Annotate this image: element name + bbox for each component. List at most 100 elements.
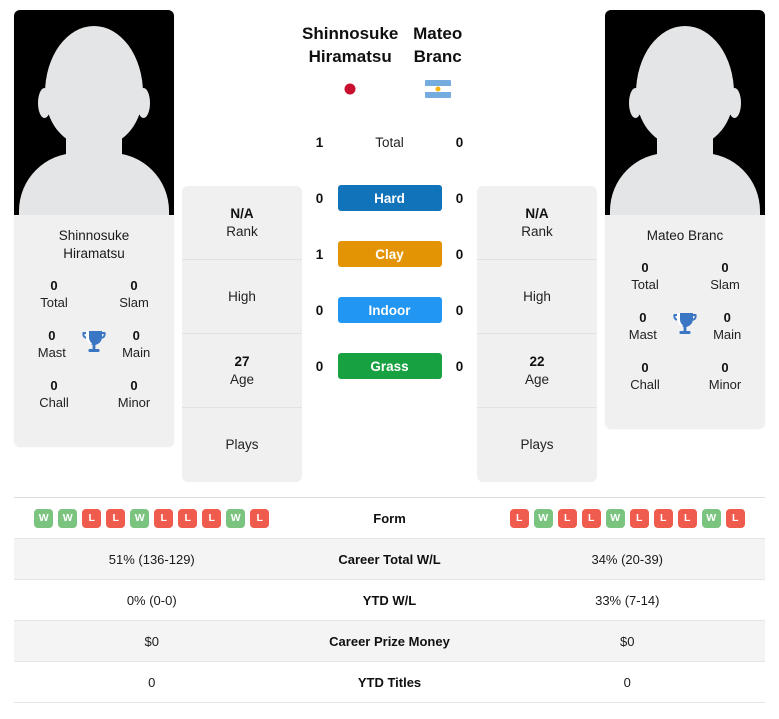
form-badge-w[interactable]: W	[130, 508, 150, 528]
right-titles-slam: 0 Slam	[699, 259, 751, 293]
surface-row-hard: 0 Hard 0	[310, 170, 470, 226]
right-titles-mast-label: Mast	[628, 327, 657, 342]
surface-label-indoor[interactable]: Indoor	[337, 297, 442, 323]
left-plays-label: Plays	[225, 437, 259, 452]
left-card-player-name: Shinnosuke Hiramatsu	[58, 228, 130, 261]
right-plays-label: Plays	[520, 437, 554, 452]
form-badge-l[interactable]: L	[82, 508, 102, 528]
left-high-label: High	[228, 288, 256, 304]
row-label-career-total-wl: Career Total W/L	[338, 551, 441, 567]
left-player-card[interactable]: Shinnosuke Hiramatsu 0 Total 0 Slam 0 Ma…	[14, 10, 174, 447]
form-badge-w[interactable]: W	[58, 508, 78, 528]
right-titles-chall: 0 Chall	[619, 359, 671, 393]
left-titles-minor: 0 Minor	[108, 377, 160, 411]
form-badge-l[interactable]: L	[154, 508, 174, 528]
surface-breakdown: 1 Total 0 0 Hard 0 1 Clay 0 0 Indoor 0 0…	[310, 114, 470, 394]
left-info-age: 27 Age	[182, 334, 302, 408]
right-titles-mast-value: 0	[639, 310, 647, 325]
right-info-age: 22 Age	[477, 334, 597, 408]
right-titles-slam-value: 0	[721, 260, 729, 275]
left-titles-total-label: Total	[40, 295, 68, 310]
table-row-form: WWLLWLLLWL Form LWLLWLLLWL	[14, 498, 765, 539]
left-titles-row-1: 0 Total 0 Slam	[14, 277, 174, 311]
right-titles-mast: 0 Mast	[619, 309, 667, 343]
left-rank-label: Rank	[226, 223, 258, 239]
form-badge-l[interactable]: L	[250, 508, 270, 528]
form-badge-l[interactable]: L	[677, 508, 697, 528]
right-titles-main-label: Main	[713, 327, 742, 342]
left-info-rank: N/A Rank	[182, 186, 302, 260]
surface-row-indoor: 0 Indoor 0	[310, 282, 470, 338]
right-player-card[interactable]: Mateo Branc 0 Total 0 Slam 0 Mast 0 Main…	[605, 10, 765, 429]
surface-label-clay[interactable]: Clay	[337, 241, 442, 267]
left-titles-chall: 0 Chall	[28, 377, 80, 411]
left-titles-mast: 0 Mast	[28, 327, 76, 361]
right-clay-count: 0	[455, 246, 464, 262]
comparison-header: Shinnosuke Hiramatsu 0 Total 0 Slam 0 Ma…	[0, 0, 779, 497]
form-badge-l[interactable]: L	[653, 508, 673, 528]
right-hard-count: 0	[455, 190, 464, 206]
surface-row-grass: 0 Grass 0	[310, 338, 470, 394]
left-info-plays: Plays	[182, 408, 302, 482]
left-titles-main-label: Main	[122, 345, 151, 360]
left-titles-main: 0 Main	[112, 327, 160, 361]
left-ytd-titles: 0	[148, 674, 156, 690]
form-badge-w[interactable]: W	[533, 508, 553, 528]
right-titles-main-value: 0	[723, 310, 731, 325]
surface-label-hard[interactable]: Hard	[337, 185, 442, 211]
left-form-strip: WWLLWLLLWL	[34, 508, 270, 528]
right-titles-minor-label: Minor	[708, 377, 742, 392]
left-clay-count: 1	[315, 246, 324, 262]
form-badge-l[interactable]: L	[202, 508, 222, 528]
right-career-prize-money: $0	[620, 633, 635, 649]
form-badge-l[interactable]: L	[509, 508, 529, 528]
right-total-count: 0	[455, 134, 464, 150]
form-badge-l[interactable]: L	[178, 508, 198, 528]
left-career-total-wl: 51% (136-129)	[108, 551, 195, 567]
right-info-column: N/A Rank High 22 Age Plays	[477, 186, 597, 482]
right-trophy-icon	[667, 309, 704, 339]
left-titles-slam-label: Slam	[119, 295, 149, 310]
left-form-cell: WWLLWLLLWL	[14, 508, 290, 528]
left-titles-chall-value: 0	[50, 378, 58, 393]
right-titles-chall-label: Chall	[630, 377, 660, 392]
left-titles-row-2: 0 Mast 0 Main	[14, 327, 174, 361]
left-rank-value: N/A	[230, 205, 254, 221]
right-titles-slam-label: Slam	[710, 277, 740, 292]
right-player-photo	[605, 10, 765, 215]
avatar-ear-right	[137, 88, 150, 118]
table-row-career-prize-money: $0 Career Prize Money $0	[14, 621, 765, 662]
form-badge-l[interactable]: L	[557, 508, 577, 528]
row-label-career-prize-money: Career Prize Money	[329, 633, 450, 649]
left-age-label: Age	[229, 371, 255, 387]
right-info-high: High	[477, 260, 597, 334]
left-titles-minor-value: 0	[130, 378, 138, 393]
row-label-form: Form	[373, 510, 406, 526]
right-card-player-name: Mateo Branc	[646, 228, 724, 243]
avatar-ear-right	[728, 88, 741, 118]
form-badge-w[interactable]: W	[701, 508, 721, 528]
table-row-ytd-wl: 0% (0-0) YTD W/L 33% (7-14)	[14, 580, 765, 621]
right-indoor-count: 0	[455, 302, 464, 318]
left-titles-row-3: 0 Chall 0 Minor	[14, 377, 174, 411]
form-badge-l[interactable]: L	[106, 508, 126, 528]
form-badge-l[interactable]: L	[725, 508, 745, 528]
form-badge-l[interactable]: L	[629, 508, 649, 528]
left-info-column: N/A Rank High 27 Age Plays	[182, 186, 302, 482]
right-titles-total-label: Total	[631, 277, 659, 292]
left-hero-name: Shinnosuke Hiramatsu	[302, 24, 399, 66]
right-info-plays: Plays	[477, 408, 597, 482]
left-titles-grid: 0 Total 0 Slam 0 Mast 0 Main 0 Chall 0 M…	[14, 277, 174, 447]
form-badge-w[interactable]: W	[34, 508, 54, 528]
right-age-value: 22	[529, 353, 545, 369]
right-age-label: Age	[524, 371, 550, 387]
jp-flag-icon	[337, 80, 364, 98]
right-grass-count: 0	[455, 358, 464, 374]
form-badge-w[interactable]: W	[226, 508, 246, 528]
right-titles-minor: 0 Minor	[699, 359, 751, 393]
form-badge-l[interactable]: L	[581, 508, 601, 528]
right-ytd-wl: 33% (7-14)	[595, 592, 660, 608]
form-badge-w[interactable]: W	[605, 508, 625, 528]
left-career-prize-money: $0	[144, 633, 159, 649]
surface-label-grass[interactable]: Grass	[337, 353, 442, 379]
